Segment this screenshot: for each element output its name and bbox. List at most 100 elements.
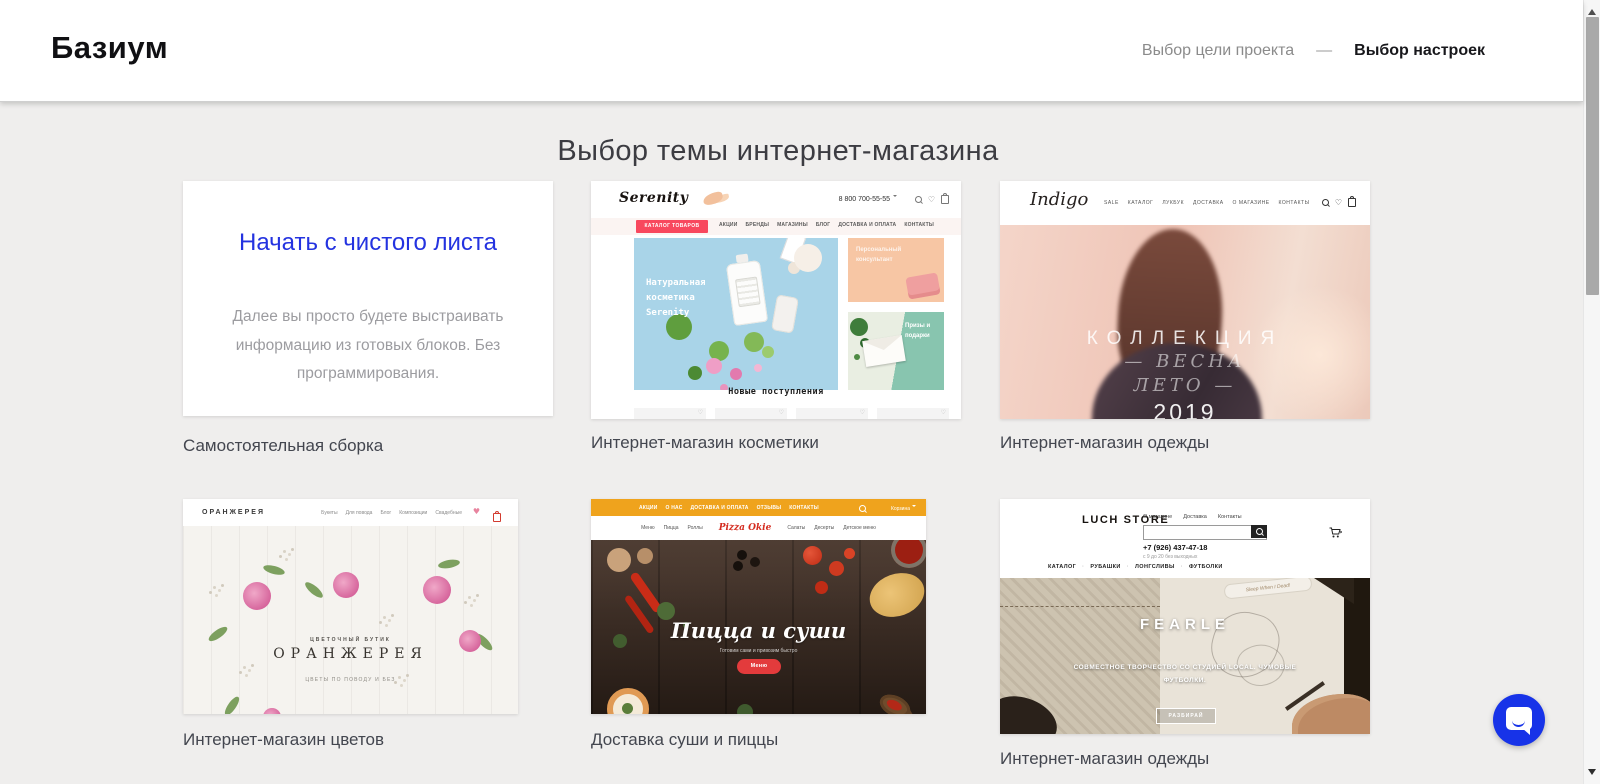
theme-caption-flowers: Интернет-магазин цветов: [183, 730, 385, 749]
nav-link: Блог: [380, 510, 392, 516]
nav-link: КОНТАКТЫ: [904, 222, 935, 228]
nav-link: КОНТАКТЫ: [789, 505, 819, 511]
decor-shape: [222, 694, 242, 714]
product-thumbnail: [796, 408, 868, 419]
blank-card-body: Далее вы просто будете выстраивать инфор…: [232, 308, 504, 383]
flower-decoration: [333, 572, 359, 598]
nav-link: ЛУКБУК: [1162, 200, 1185, 206]
theme-caption-clothing-indigo: Интернет-магазин одежды: [1000, 433, 1210, 452]
pen-note-text: Sleep When I Dead!: [1245, 582, 1291, 593]
nav-link: КОНТАКТЫ: [1278, 200, 1310, 206]
theme-caption-clothing-luch: Интернет-магазин одежды: [1000, 749, 1210, 768]
butterfly-icon: [701, 190, 725, 207]
decor-shape: [725, 259, 769, 327]
wizard-steps: Выбор цели проекта — Выбор настроек: [1142, 42, 1485, 60]
olive-decoration: [737, 550, 747, 560]
theme-card-clothing-indigo[interactable]: Indigo SALE КАТАЛОГ ЛУКБУК ДОСТАВКА О МА…: [1000, 181, 1370, 419]
chat-widget-button[interactable]: [1493, 694, 1545, 746]
serenity-products-row: [634, 408, 949, 419]
decor-shape: [850, 318, 868, 336]
luch-search-input: [1143, 525, 1267, 540]
indigo-hero: КОЛЛЕКЦИЯ — ВЕСНА ЛЕТО — 2019: [1000, 225, 1370, 419]
nav-link: Контакты: [1217, 514, 1242, 520]
nav-link: Салаты: [787, 525, 806, 531]
orangery-tagline-top: ЦВЕТОЧНЫЙ БУТИК: [310, 637, 391, 643]
nav-link: Меню: [641, 525, 655, 531]
pizza-menu-bar: Меню Пицца Роллы Pizza Okie Салаты Десер…: [591, 516, 926, 540]
product-thumbnail: [634, 408, 706, 419]
page-title: Выбор темы интернет-магазина: [557, 135, 999, 167]
nav-link: Десерты: [814, 525, 835, 531]
hand-photo-decoration: [1292, 694, 1370, 734]
search-icon: [1321, 199, 1329, 206]
theme-card-blank[interactable]: Начать с чистого листа Далее вы просто б…: [183, 181, 553, 416]
nav-link: ОТЗЫВЫ: [756, 505, 782, 511]
luch-hero-button: РАЗБИРАЙ: [1156, 708, 1216, 724]
flower-decoration: [423, 576, 451, 604]
indigo-nav-links: SALE КАТАЛОГ ЛУКБУК ДОСТАВКА О МАГАЗИНЕ …: [1104, 200, 1310, 206]
bag-icon: [493, 509, 501, 527]
serenity-prizes-text: Призы и подарки: [905, 323, 931, 339]
decor-shape: [437, 558, 461, 570]
luch-hours: с 9 до 20 без выходных: [1143, 554, 1198, 560]
luch-top-links: О магазине Доставка Контакты: [1143, 514, 1242, 520]
hero-line: 2019: [1153, 398, 1217, 419]
luch-hero-title: FEARLE: [1140, 616, 1230, 633]
step-project-goal[interactable]: Выбор цели проекта: [1142, 42, 1294, 60]
theme-card-clothing-luch[interactable]: LUCH STORE О магазине Доставка Контакты …: [1000, 499, 1370, 734]
luch-hero: Sleep When I Dead! FEARLE СОВМЕСТНОЕ ТВО…: [1000, 578, 1370, 734]
search-icon: [914, 196, 922, 203]
step-settings: Выбор настроек: [1354, 42, 1485, 59]
nav-link: Для повода: [345, 510, 373, 516]
nav-link: Пицца: [663, 525, 679, 531]
theme-card-cosmetics[interactable]: Serenity 8 800 700-55-55 ♡ КАТАЛОГ ТОВАР…: [591, 181, 961, 419]
app-logo[interactable]: Базиум: [51, 30, 168, 66]
blank-card-heading: Начать с чистого листа: [238, 229, 497, 256]
heart-icon: ♡: [1334, 197, 1342, 207]
orangery-nav-links: Букеты Для повода Блог Композиции Свадеб…: [321, 510, 462, 516]
nav-link: О МАГАЗИНЕ: [1232, 200, 1270, 206]
nav-link: АКЦИИ: [639, 505, 658, 511]
nav-link: РУБАШКИ: [1082, 564, 1121, 570]
luch-phone: +7 (926) 437-47-18: [1143, 543, 1208, 552]
nav-link: Доставка: [1183, 514, 1207, 520]
decor-shape: [468, 596, 471, 599]
indigo-header-icons: ♡: [1321, 196, 1356, 207]
pizza-hero-subtitle: Готовим сами и привозим быстро: [719, 648, 798, 654]
phone-decoration: [905, 272, 941, 300]
scrollbar-thumb[interactable]: [1586, 17, 1599, 295]
nav-link: О магазине: [1143, 514, 1173, 520]
cart-icon: [1329, 527, 1342, 538]
indigo-hero-text: КОЛЛЕКЦИЯ — ВЕСНА ЛЕТО — 2019: [1000, 328, 1370, 419]
orangery-tagline-bottom: ЦВЕТЫ ПО ПОВОДУ И БЕЗ: [305, 677, 396, 683]
spoon-decoration: [876, 690, 914, 714]
serenity-consult-text: Персональный консультант: [856, 247, 902, 263]
page: Базиум Выбор цели проекта — Выбор настро…: [0, 0, 1600, 784]
pasta-decoration: [863, 565, 926, 625]
nav-link: ДОСТАВКА: [1193, 200, 1224, 206]
scroll-down-arrow-icon[interactable]: [1588, 769, 1596, 779]
scrollbar[interactable]: [1583, 0, 1600, 784]
serenity-prizes-banner: Призы и подарки: [848, 312, 944, 390]
pizza-logo: Pizza Okie: [718, 523, 772, 533]
heart-icon: ♡: [927, 194, 935, 204]
sushi-decoration: [607, 688, 649, 714]
nav-link: БРЕНДЫ: [745, 222, 770, 228]
nav-link: АКЦИИ: [719, 222, 738, 228]
luch-nav: КАТАЛОГ РУБАШКИ ЛОНГСЛИВЫ ФУТБОЛКИ: [1048, 564, 1223, 570]
scroll-up-arrow-icon[interactable]: [1588, 5, 1596, 15]
theme-card-flowers[interactable]: ОРАНЖЕРЕЯ Букеты Для повода Блог Компози…: [183, 499, 518, 714]
flower-decoration: [243, 582, 271, 610]
indigo-logo: Indigo: [1030, 189, 1089, 210]
bag-icon: [941, 193, 949, 204]
search-icon: [1255, 528, 1263, 535]
step-separator: —: [1316, 42, 1333, 59]
theme-card-pizza-sushi[interactable]: АКЦИИ О НАС ДОСТАВКА И ОПЛАТА ОТЗЫВЫ КОН…: [591, 499, 926, 714]
search-button: [1251, 525, 1267, 538]
theme-caption-cosmetics: Интернет-магазин косметики: [591, 433, 819, 452]
herb-decoration: [737, 704, 753, 714]
hero-line: ЛЕТО —: [1133, 375, 1237, 397]
orangery-hero: ЦВЕТОЧНЫЙ БУТИК ОРАНЖЕРЕЯ ЦВЕТЫ ПО ПОВОД…: [183, 526, 518, 714]
serenity-nav-bar: КАТАЛОГ ТОВАРОВ АКЦИИ БРЕНДЫ МАГАЗИНЫ БЛ…: [591, 218, 961, 235]
envelope-decoration: [862, 335, 906, 367]
